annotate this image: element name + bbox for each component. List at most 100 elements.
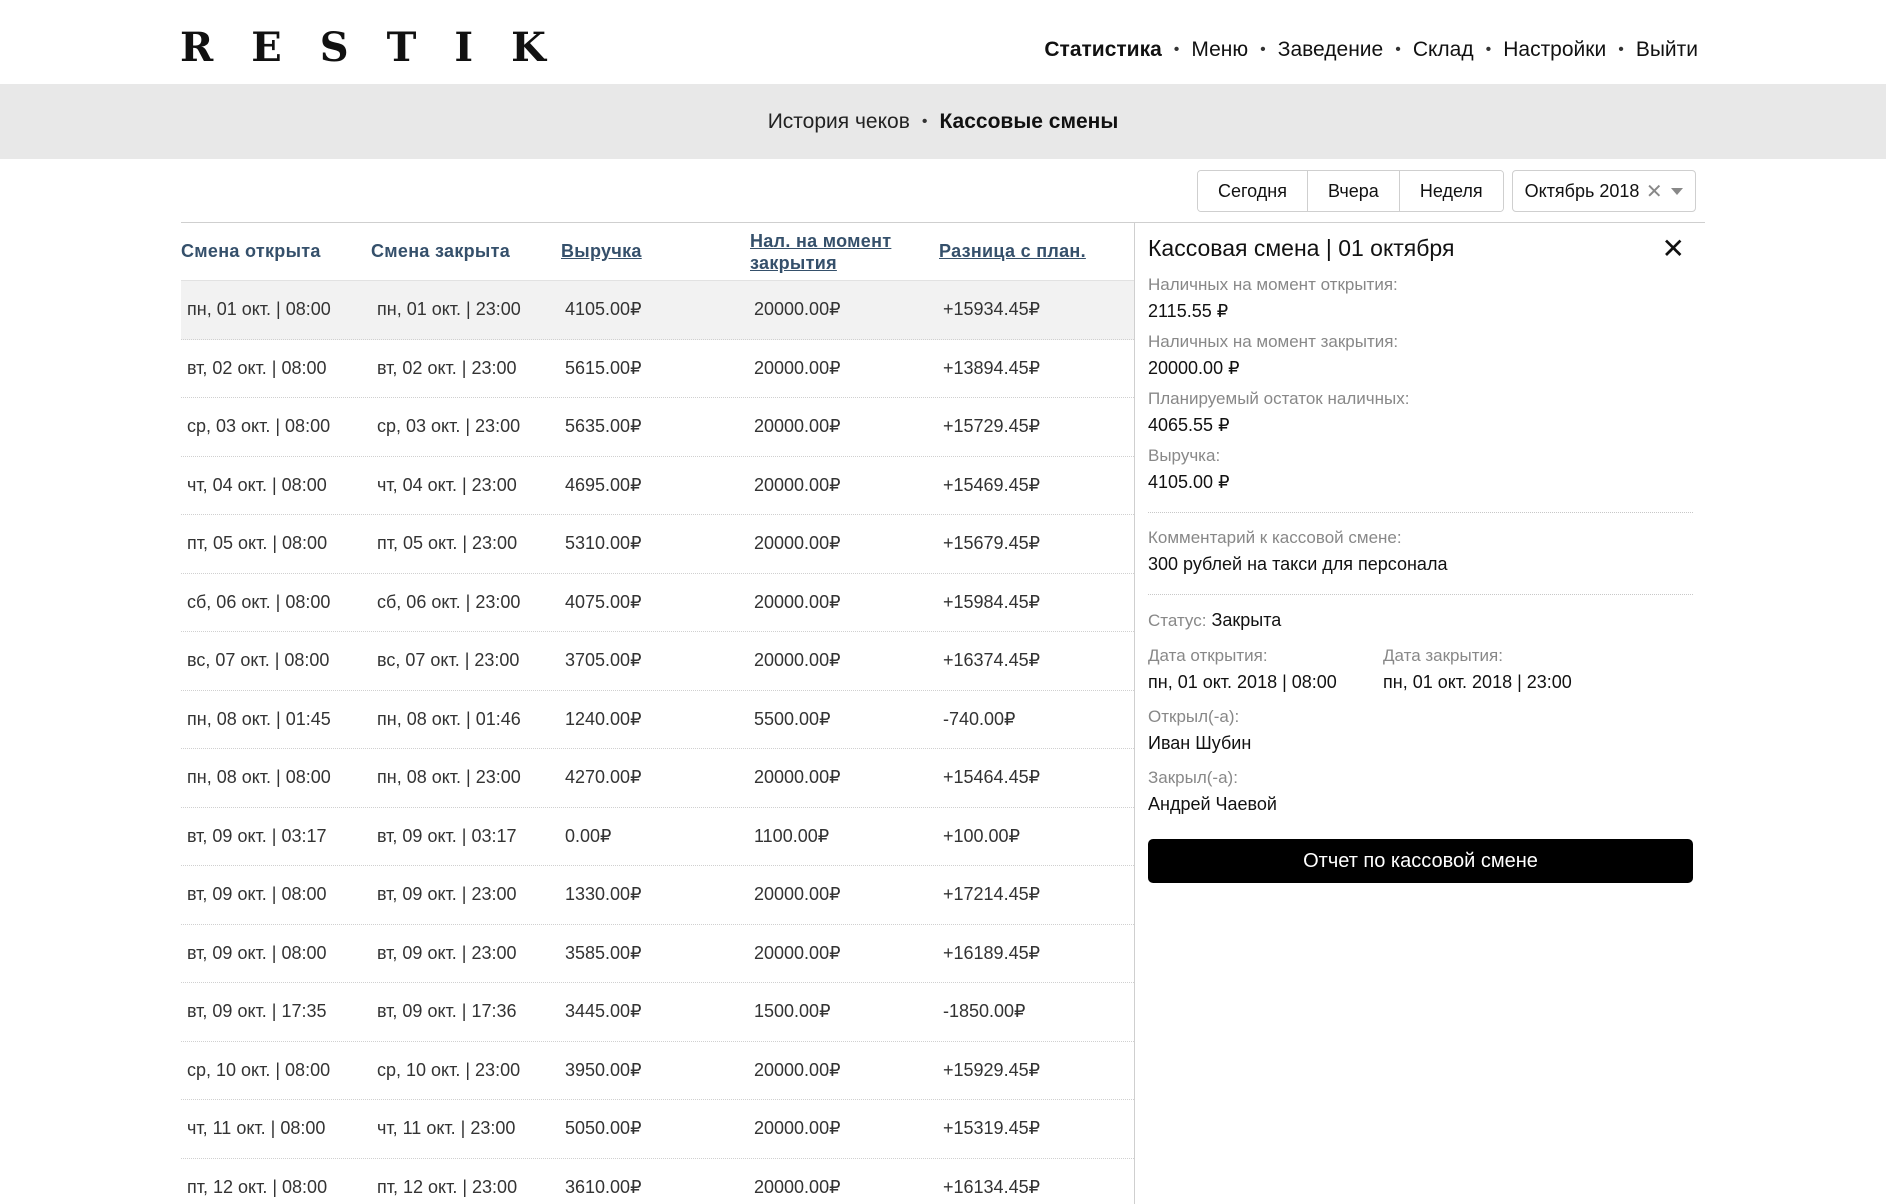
logo[interactable]: RESTIK — [180, 24, 584, 71]
header-revenue-sort[interactable]: Выручка — [561, 241, 750, 262]
cell-diff: +13894.45₽ — [943, 357, 1041, 378]
cell-closed: ср, 10 окт. | 23:00 — [377, 1059, 521, 1080]
nav-item-warehouse[interactable]: Склад — [1413, 38, 1474, 62]
table-row[interactable]: вт, 09 окт. | 08:00 вт, 09 окт. | 23:00 13… — [181, 866, 1134, 925]
revenue-block: Выручка: 4105.00 ₽ — [1148, 446, 1230, 493]
open-date-value: пн, 01 окт. 2018 | 08:00 — [1148, 672, 1337, 692]
table-row[interactable]: пн, 08 окт. | 01:45 пн, 08 окт. | 01:46 12… — [181, 691, 1134, 749]
filter-today-button[interactable]: Сегодня — [1198, 171, 1308, 211]
cell-opened: ср, 03 окт. | 08:00 — [187, 416, 331, 437]
closed-by-value: Андрей Чаевой — [1148, 794, 1277, 814]
cell-cash-close: 20000.00₽ — [754, 650, 841, 671]
close-date-value: пн, 01 окт. 2018 | 23:00 — [1383, 672, 1572, 692]
cell-revenue: 3445.00₽ — [565, 1001, 642, 1022]
divider — [1148, 594, 1693, 595]
nav-separator: • — [1485, 41, 1492, 58]
header-cash-close-sort[interactable]: Нал. на момент закрытия — [750, 230, 939, 274]
cell-revenue: 3950.00₽ — [565, 1059, 642, 1080]
tab-cash-shifts[interactable]: Кассовые смены — [939, 110, 1118, 134]
header: RESTIK Статистика • Меню • Заведение • С… — [0, 0, 1886, 84]
revenue-value: 4105.00 ₽ — [1148, 472, 1230, 492]
cell-cash-close: 20000.00₽ — [754, 591, 841, 612]
table-row[interactable]: вт, 09 окт. | 08:00 вт, 09 окт. | 23:00 35… — [181, 925, 1134, 983]
table-row[interactable]: пт, 12 окт. | 08:00 пт, 12 окт. | 23:00 36… — [181, 1159, 1134, 1204]
cell-cash-close: 20000.00₽ — [754, 474, 841, 495]
cell-revenue: 3610.00₽ — [565, 1176, 642, 1197]
chevron-down-icon[interactable] — [1670, 187, 1683, 195]
cell-diff: +16374.45₽ — [943, 650, 1041, 671]
tab-separator: • — [921, 112, 928, 130]
filter-yesterday-button[interactable]: Вчера — [1308, 171, 1400, 211]
cell-cash-close: 20000.00₽ — [754, 357, 841, 378]
revenue-label: Выручка: — [1148, 446, 1221, 465]
cell-revenue: 5050.00₽ — [565, 1118, 642, 1139]
open-date-label: Дата открытия: — [1148, 646, 1268, 665]
open-date-block: Дата открытия: пн, 01 окт. 2018 | 08:00 — [1148, 646, 1337, 693]
table-row[interactable]: чт, 04 окт. | 08:00 чт, 04 окт. | 23:00 46… — [181, 457, 1134, 515]
cell-cash-close: 20000.00₽ — [754, 1176, 841, 1197]
table-body: пн, 01 окт. | 08:00 пн, 01 окт. | 23:00 41… — [181, 281, 1134, 1204]
nav-item-logout[interactable]: Выйти — [1636, 38, 1698, 62]
nav-separator: • — [1260, 41, 1266, 58]
cell-revenue: 5310.00₽ — [565, 533, 642, 554]
cell-opened: пн, 08 окт. | 01:45 — [187, 708, 331, 729]
header-opened: Смена открыта — [181, 241, 321, 261]
planned-label: Планируемый остаток наличных: — [1148, 389, 1410, 408]
status-row: Статус: Закрыта — [1148, 610, 1281, 631]
comment-block: Комментарий к кассовой смене: 300 рублей… — [1148, 528, 1447, 575]
cell-cash-close: 20000.00₽ — [754, 884, 841, 905]
cell-diff: +16134.45₽ — [943, 1176, 1041, 1197]
cell-closed: пн, 08 окт. | 01:46 — [377, 708, 521, 729]
cell-closed: вт, 09 окт. | 23:00 — [377, 942, 517, 963]
table-row[interactable]: пн, 08 окт. | 08:00 пн, 08 окт. | 23:00 42… — [181, 749, 1134, 808]
cash-open-block: Наличных на момент открытия: 2115.55 ₽ — [1148, 275, 1398, 322]
clear-icon[interactable]: ✕ — [1646, 179, 1663, 204]
table-row[interactable]: ср, 03 окт. | 08:00 ср, 03 окт. | 23:00 56… — [181, 398, 1134, 457]
table-row[interactable]: чт, 11 окт. | 08:00 чт, 11 окт. | 23:00 50… — [181, 1100, 1134, 1159]
cell-opened: ср, 10 окт. | 08:00 — [187, 1059, 331, 1080]
cell-closed: ср, 03 окт. | 23:00 — [377, 416, 521, 437]
cell-closed: вс, 07 окт. | 23:00 — [377, 650, 520, 671]
table-row[interactable]: сб, 06 окт. | 08:00 сб, 06 окт. | 23:00 40… — [181, 574, 1134, 632]
cell-cash-close: 1500.00₽ — [754, 1001, 831, 1022]
filter-week-button[interactable]: Неделя — [1399, 171, 1503, 211]
comment-value: 300 рублей на такси для персонала — [1148, 554, 1448, 574]
cell-revenue: 5635.00₽ — [565, 416, 642, 437]
header-diff-sort[interactable]: Разница с план. — [939, 241, 1134, 262]
table-row[interactable]: вт, 02 окт. | 08:00 вт, 02 окт. | 23:00 56… — [181, 340, 1134, 398]
cell-revenue: 3705.00₽ — [565, 650, 642, 671]
cell-revenue: 5615.00₽ — [565, 357, 642, 378]
cell-closed: вт, 09 окт. | 03:17 — [377, 825, 517, 846]
cell-opened: вт, 09 окт. | 03:17 — [187, 825, 327, 846]
cell-closed: сб, 06 окт. | 23:00 — [377, 591, 521, 612]
nav-item-venue[interactable]: Заведение — [1278, 38, 1383, 62]
tab-receipt-history[interactable]: История чеков — [768, 110, 910, 134]
table-row[interactable]: ср, 10 окт. | 08:00 ср, 10 окт. | 23:00 39… — [181, 1042, 1134, 1100]
table-row[interactable]: вт, 09 окт. | 03:17 вт, 09 окт. | 03:17 0.… — [181, 808, 1134, 866]
detail-title: Кассовая смена | 01 октября — [1148, 235, 1455, 261]
nav-item-menu[interactable]: Меню — [1191, 38, 1248, 62]
cell-cash-close: 20000.00₽ — [754, 533, 841, 554]
sub-nav: История чеков • Кассовые смены — [0, 84, 1886, 159]
comment-label: Комментарий к кассовой смене: — [1148, 528, 1402, 547]
table-row[interactable]: пт, 05 окт. | 08:00 пт, 05 окт. | 23:00 53… — [181, 515, 1134, 574]
cell-opened: сб, 06 окт. | 08:00 — [187, 591, 331, 612]
cell-opened: вт, 09 окт. | 08:00 — [187, 884, 327, 905]
table-row[interactable]: пн, 01 окт. | 08:00 пн, 01 окт. | 23:00 41… — [181, 281, 1134, 340]
cash-open-value: 2115.55 ₽ — [1148, 301, 1229, 321]
cell-revenue: 4105.00₽ — [565, 299, 642, 320]
cell-diff: +15319.45₽ — [943, 1118, 1041, 1139]
table-row[interactable]: вс, 07 окт. | 08:00 вс, 07 окт. | 23:00 37… — [181, 632, 1134, 691]
cell-diff: +15984.45₽ — [943, 591, 1041, 612]
cell-diff: +15679.45₽ — [943, 533, 1041, 554]
cell-opened: пн, 01 окт. | 08:00 — [187, 299, 331, 320]
shifts-table: Смена открыта Смена закрыта Выручка Нал.… — [181, 222, 1134, 1204]
opened-by-block: Открыл(-а): Иван Шубин — [1148, 707, 1251, 754]
month-select[interactable]: Октябрь 2018 ✕ — [1511, 170, 1696, 212]
planned-block: Планируемый остаток наличных: 4065.55 ₽ — [1148, 389, 1409, 436]
shift-report-button[interactable]: Отчет по кассовой смене — [1148, 839, 1693, 883]
close-icon[interactable]: ✕ — [1662, 235, 1685, 263]
table-row[interactable]: вт, 09 окт. | 17:35 вт, 09 окт. | 17:36 34… — [181, 983, 1134, 1042]
nav-item-settings[interactable]: Настройки — [1503, 38, 1606, 62]
nav-item-statistics[interactable]: Статистика — [1044, 38, 1161, 62]
